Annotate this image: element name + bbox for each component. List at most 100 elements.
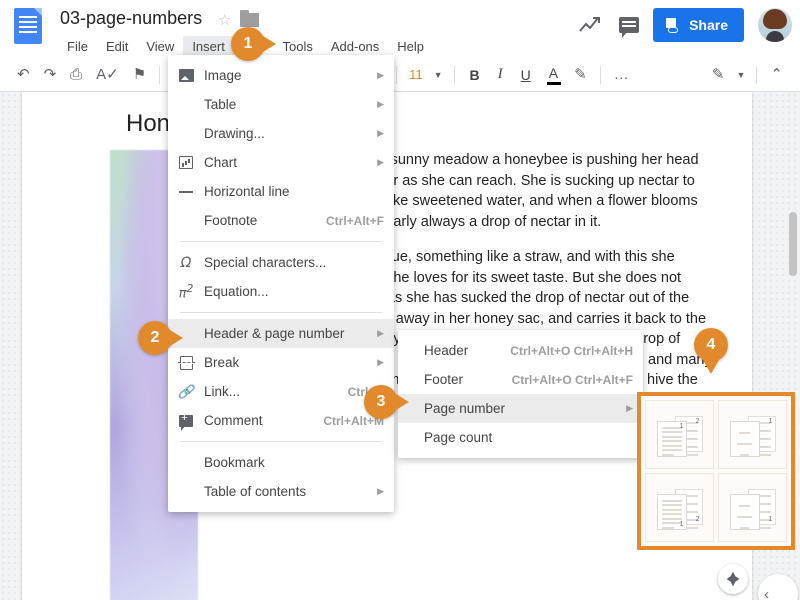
menu-item-bookmark[interactable]: Bookmark xyxy=(168,448,394,477)
page-thumb-front: 1 xyxy=(656,420,687,457)
menu-add-ons[interactable]: Add-ons xyxy=(322,36,388,57)
toolbar-divider xyxy=(599,65,601,84)
share-button[interactable]: Share xyxy=(653,8,744,42)
callout-pointer xyxy=(396,394,409,410)
more-options-button[interactable]: … xyxy=(614,67,629,82)
menu-edit[interactable]: Edit xyxy=(97,36,137,57)
page-number-option-top-right-skip-first-page[interactable]: 1 xyxy=(718,400,787,469)
page-number-thumbnail: 2 1 xyxy=(656,414,703,457)
star-outline-icon[interactable]: ☆ xyxy=(218,13,231,28)
comment-bubble-icon[interactable] xyxy=(619,17,640,38)
menu-item-header-and-page-number[interactable]: Header & page number ▶ xyxy=(168,319,394,348)
docs-logo-icon[interactable] xyxy=(14,8,42,44)
submenu-item-header[interactable]: Header Ctrl+Alt+O Ctrl+Alt+H xyxy=(398,336,643,365)
chevron-right-icon: ▶ xyxy=(377,70,384,80)
menu-divider xyxy=(180,241,382,242)
page-number-option-bottom-right-skip-first[interactable]: 1 xyxy=(718,473,787,542)
menu-item-label: Table of contents xyxy=(204,484,307,499)
highlighter-pen-icon[interactable]: ✎ xyxy=(574,67,587,82)
page-thumb-front xyxy=(729,493,760,530)
share-lock-icon xyxy=(666,17,682,33)
folder-icon[interactable] xyxy=(240,10,259,27)
menu-item-label: Header & page number xyxy=(204,326,345,341)
comment-plus-icon xyxy=(168,412,204,431)
app-header: 03-page-numbers ☆ File Edit View Insert … xyxy=(0,0,800,58)
menu-item-horizontal-line[interactable]: Horizontal line xyxy=(168,177,394,206)
page-number-option-top-right-from-page-one[interactable]: 2 1 xyxy=(645,400,714,469)
callout-badge-number: 3 xyxy=(376,393,386,410)
menu-item-drawing[interactable]: Drawing... ▶ xyxy=(168,119,394,148)
menu-item-label: Link... xyxy=(204,384,241,399)
submenu-item-label: Header xyxy=(424,343,469,358)
menu-item-chart[interactable]: Chart ▶ xyxy=(168,148,394,177)
menu-item-footnote[interactable]: Footnote Ctrl+Alt+F xyxy=(168,206,394,235)
page-thumb-front: 1 xyxy=(656,493,687,530)
menu-item-label: Special characters... xyxy=(204,255,327,270)
spelling-icon[interactable]: A✓ xyxy=(96,67,119,82)
chevron-right-icon: ▶ xyxy=(377,486,384,496)
callout-pointer xyxy=(703,360,719,374)
paint-format-icon[interactable]: ⚑ xyxy=(133,67,146,82)
page-number-position-picker[interactable]: 2 1 1 2 1 1 xyxy=(637,392,795,550)
page-number-thumbnail: 1 xyxy=(729,414,776,457)
menu-item-label: Footnote xyxy=(204,213,258,228)
italic-button[interactable]: I xyxy=(498,66,503,83)
menu-item-comment[interactable]: Comment Ctrl+Alt+M xyxy=(168,406,394,435)
menu-item-link[interactable]: 🔗 Link... Ctrl+K xyxy=(168,377,394,406)
explore-button[interactable] xyxy=(718,564,748,594)
font-size-value[interactable]: 11 xyxy=(403,67,429,82)
text-color-button[interactable]: A xyxy=(546,65,562,85)
toolbar-divider xyxy=(453,65,455,84)
page-number-option-bottom-right-from-page-one[interactable]: 2 1 xyxy=(645,473,714,542)
menu-item-table[interactable]: Table ▶ xyxy=(168,90,394,119)
menu-tools[interactable]: Tools xyxy=(274,36,322,57)
pencil-icon[interactable]: ✎ xyxy=(712,67,725,82)
callout-badge-number: 4 xyxy=(706,336,716,353)
menu-divider xyxy=(180,441,382,442)
menu-file[interactable]: File xyxy=(58,36,97,57)
avatar[interactable] xyxy=(758,8,792,42)
menu-item-image[interactable]: Image ▶ xyxy=(168,61,394,90)
explore-diamond-icon xyxy=(726,571,740,587)
menu-item-label: Drawing... xyxy=(204,126,265,141)
menu-item-label: Break xyxy=(204,355,240,370)
callout-badge-4: 4 xyxy=(694,328,728,374)
underline-button[interactable]: U xyxy=(521,67,531,83)
edit-mode-caret-icon[interactable]: ▼ xyxy=(737,70,746,80)
document-title[interactable]: 03-page-numbers xyxy=(60,8,202,29)
callout-badge-1: 1 xyxy=(231,27,276,61)
redo-icon[interactable]: ↷ xyxy=(44,67,57,82)
page-number-label: 1 xyxy=(768,515,773,523)
chevron-up-icon[interactable]: ⌃ xyxy=(770,67,783,82)
activity-trendline-icon[interactable] xyxy=(575,10,605,40)
callout-badge-number: 1 xyxy=(243,35,253,52)
menu-item-equation[interactable]: π2 Equation... xyxy=(168,277,394,306)
submenu-item-page-count[interactable]: Page count xyxy=(398,423,643,452)
page-number-label: 1 xyxy=(679,422,684,430)
header-page-number-submenu[interactable]: Header Ctrl+Alt+O Ctrl+Alt+H Footer Ctrl… xyxy=(398,330,643,458)
image-icon xyxy=(168,69,204,82)
page-number-label: 2 xyxy=(695,515,700,523)
font-size-caret-icon[interactable]: ▼ xyxy=(434,70,443,80)
menu-item-table-of-contents[interactable]: Table of contents ▶ xyxy=(168,477,394,506)
submenu-item-label: Page count xyxy=(424,430,493,445)
menu-item-shortcut: Ctrl+Alt+F xyxy=(325,213,384,228)
insert-menu[interactable]: Image ▶ Table ▶ Drawing... ▶ Chart ▶ Hor… xyxy=(168,55,394,512)
menu-item-label: Chart xyxy=(204,155,238,170)
menu-insert[interactable]: Insert xyxy=(183,36,234,57)
menu-view[interactable]: View xyxy=(137,36,183,57)
scrollbar-thumb[interactable] xyxy=(789,212,797,276)
equation-icon: π2 xyxy=(178,281,194,302)
submenu-item-footer[interactable]: Footer Ctrl+Alt+O Ctrl+Alt+F xyxy=(398,365,643,394)
chevron-right-icon: ▶ xyxy=(377,357,384,367)
submenu-item-page-number[interactable]: Page number ▶ xyxy=(398,394,643,423)
print-icon[interactable]: ⎙ xyxy=(70,67,82,82)
bold-button[interactable]: B xyxy=(470,67,480,83)
menu-item-break[interactable]: Break ▶ xyxy=(168,348,394,377)
page-thumb-lines xyxy=(735,427,755,456)
submenu-item-label: Page number xyxy=(424,401,506,416)
menu-help[interactable]: Help xyxy=(388,36,433,57)
undo-icon[interactable]: ↶ xyxy=(17,67,30,82)
menu-item-special-characters[interactable]: Ω Special characters... xyxy=(168,248,394,277)
chevron-right-icon: ▶ xyxy=(377,99,384,109)
